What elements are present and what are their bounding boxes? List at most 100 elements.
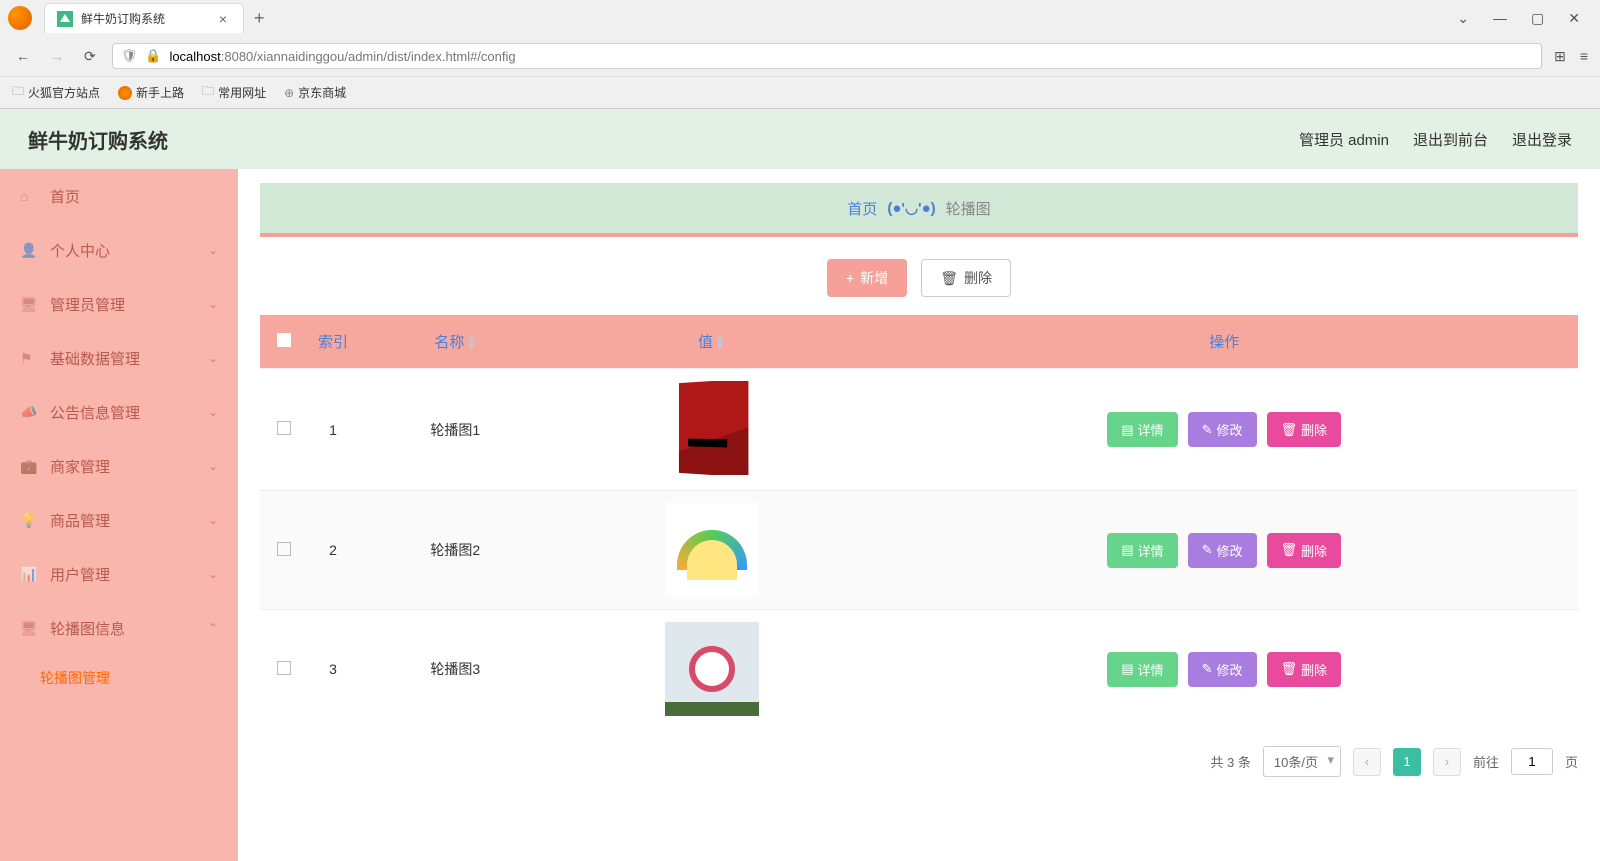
col-value[interactable]: 值▲▼ [553, 315, 871, 369]
sidebar-item-carousel[interactable]: 🖥 轮播图信息 ⌃ [0, 601, 238, 655]
sidebar-item-merchant[interactable]: 💼 商家管理 ⌄ [0, 439, 238, 493]
sort-icon: ▲▼ [466, 335, 476, 351]
folder-icon: 🗀 [12, 82, 24, 103]
chevron-down-icon: ⌄ [208, 513, 218, 527]
cell-name: 轮播图2 [358, 491, 553, 610]
window-close-icon[interactable]: ✕ [1568, 10, 1580, 27]
admin-label[interactable]: 管理员 admin [1299, 129, 1389, 150]
chevron-down-icon: ⌄ [208, 405, 218, 419]
col-name[interactable]: 名称▲▼ [358, 315, 553, 369]
row-delete-button[interactable]: 🗑删除 [1267, 533, 1342, 568]
row-delete-button[interactable]: 🗑删除 [1267, 652, 1342, 687]
breadcrumb-home[interactable]: 首页 [847, 198, 877, 219]
col-checkbox [260, 315, 308, 369]
browser-tab[interactable]: 鲜牛奶订购系统 × [44, 3, 244, 33]
shield-icon: 🛡 [121, 48, 138, 64]
chart-icon: 📊 [20, 566, 38, 583]
logout-link[interactable]: 退出登录 [1512, 129, 1572, 150]
reload-button[interactable]: ⟳ [80, 44, 100, 69]
url-path: :8080/xiannaidinggou/admin/dist/index.ht… [221, 49, 516, 64]
goto-suffix: 页 [1565, 752, 1578, 771]
forward-button[interactable]: → [46, 44, 68, 68]
bookmark-getting-started[interactable]: 新手上路 [118, 84, 184, 101]
sidebar-item-basedata[interactable]: ⚑ 基础数据管理 ⌄ [0, 331, 238, 385]
window-controls: ⌄ — ▢ ✕ [1457, 10, 1592, 27]
url-bar[interactable]: 🛡 🔒 localhost:8080/xiannaidinggou/admin/… [112, 43, 1542, 69]
app-header: 鲜牛奶订购系统 管理员 admin 退出到前台 退出登录 [0, 109, 1600, 169]
cell-name: 轮播图3 [358, 610, 553, 729]
trash-icon: 🗑 [1281, 542, 1298, 558]
chevron-down-icon: ⌄ [208, 351, 218, 365]
cell-index: 2 [308, 491, 358, 610]
trash-icon: 🗑 [940, 270, 958, 287]
cell-value [553, 369, 871, 491]
edit-icon: ✎ [1202, 422, 1213, 438]
trash-icon: 🗑 [1281, 422, 1298, 438]
extension-icon[interactable]: ⊞ [1554, 48, 1566, 65]
col-index[interactable]: 索引 [308, 315, 358, 369]
detail-button[interactable]: ▤详情 [1107, 533, 1177, 568]
table-header-row: 索引 名称▲▼ 值▲▼ 操作 [260, 315, 1578, 369]
data-table: 索引 名称▲▼ 值▲▼ 操作 1 轮播图1 ▤详情 ✎修改 [260, 315, 1578, 728]
sidebar-item-product[interactable]: 💡 商品管理 ⌄ [0, 493, 238, 547]
header-actions: 管理员 admin 退出到前台 退出登录 [1299, 129, 1572, 150]
add-button[interactable]: + 新增 [827, 259, 907, 297]
detail-button[interactable]: ▤详情 [1107, 652, 1177, 687]
tab-title: 鲜牛奶订购系统 [81, 10, 215, 27]
carousel-image-3 [665, 622, 759, 716]
edit-button[interactable]: ✎修改 [1188, 533, 1257, 568]
flag-icon: ⚑ [20, 350, 38, 367]
bookmark-common-sites[interactable]: 🗀常用网址 [202, 82, 266, 103]
back-button[interactable]: ← [12, 44, 34, 68]
cell-actions: ▤详情 ✎修改 🗑删除 [870, 610, 1578, 729]
row-delete-button[interactable]: 🗑删除 [1267, 412, 1342, 447]
delete-button[interactable]: 🗑 删除 [921, 259, 1011, 297]
suitcase-icon: 💼 [20, 458, 38, 475]
detail-button[interactable]: ▤详情 [1107, 412, 1177, 447]
edit-button[interactable]: ✎修改 [1188, 412, 1257, 447]
new-tab-button[interactable]: + [244, 4, 275, 33]
window-minimize-icon[interactable]: — [1493, 10, 1507, 27]
row-checkbox[interactable] [277, 421, 291, 435]
sidebar-item-admin[interactable]: 🖥 管理员管理 ⌄ [0, 277, 238, 331]
edit-button[interactable]: ✎修改 [1188, 652, 1257, 687]
row-checkbox[interactable] [277, 661, 291, 675]
sidebar-item-profile[interactable]: 👤 个人中心 ⌄ [0, 223, 238, 277]
checkbox-all[interactable] [277, 333, 291, 347]
bookmarks-bar: 🗀火狐官方站点 新手上路 🗀常用网址 ⊕京东商城 [0, 76, 1600, 108]
cell-value [553, 491, 871, 610]
bookmark-jd[interactable]: ⊕京东商城 [284, 84, 346, 101]
browser-chrome: 鲜牛奶订购系统 × + ⌄ — ▢ ✕ ← → ⟳ 🛡 🔒 localhost:… [0, 0, 1600, 109]
layout: ⌂ 首页 👤 个人中心 ⌄ 🖥 管理员管理 ⌄ ⚑ 基础数据管理 ⌄ 📣 公告信… [0, 169, 1600, 861]
sidebar-item-home[interactable]: ⌂ 首页 [0, 169, 238, 223]
menu-icon[interactable]: ≡ [1580, 48, 1588, 65]
carousel-image-2 [665, 503, 759, 597]
next-page-button[interactable]: › [1433, 748, 1461, 776]
cell-index: 3 [308, 610, 358, 729]
chevron-down-icon: ⌄ [208, 459, 218, 473]
pagination: 共 3 条 10条/页 ‹ 1 › 前往 页 [260, 746, 1578, 777]
page-number-1[interactable]: 1 [1393, 748, 1421, 776]
to-frontend-link[interactable]: 退出到前台 [1413, 129, 1488, 150]
page-size-select[interactable]: 10条/页 [1263, 746, 1341, 777]
firefox-icon [118, 86, 132, 100]
window-maximize-icon[interactable]: ▢ [1531, 10, 1544, 27]
firefox-logo-icon [8, 6, 32, 30]
sidebar: ⌂ 首页 👤 个人中心 ⌄ 🖥 管理员管理 ⌄ ⚑ 基础数据管理 ⌄ 📣 公告信… [0, 169, 238, 861]
prev-page-button[interactable]: ‹ [1353, 748, 1381, 776]
tab-close-icon[interactable]: × [215, 11, 231, 27]
sidebar-item-notice[interactable]: 📣 公告信息管理 ⌄ [0, 385, 238, 439]
breadcrumb-current: 轮播图 [946, 198, 991, 219]
bookmark-firefox-site[interactable]: 🗀火狐官方站点 [12, 82, 100, 103]
cell-actions: ▤详情 ✎修改 🗑删除 [870, 369, 1578, 491]
breadcrumb-separator: (●'◡'●) [887, 199, 935, 217]
carousel-image-1 [665, 381, 759, 475]
megaphone-icon: 📣 [20, 404, 38, 421]
sidebar-subitem-carousel-manage[interactable]: 轮播图管理 [0, 655, 238, 701]
sort-icon: ▲▼ [715, 335, 725, 351]
window-dropdown-icon[interactable]: ⌄ [1457, 10, 1469, 27]
sidebar-item-user[interactable]: 📊 用户管理 ⌄ [0, 547, 238, 601]
lock-icon: 🔒 [145, 48, 161, 64]
row-checkbox[interactable] [277, 542, 291, 556]
goto-page-input[interactable] [1511, 748, 1553, 775]
